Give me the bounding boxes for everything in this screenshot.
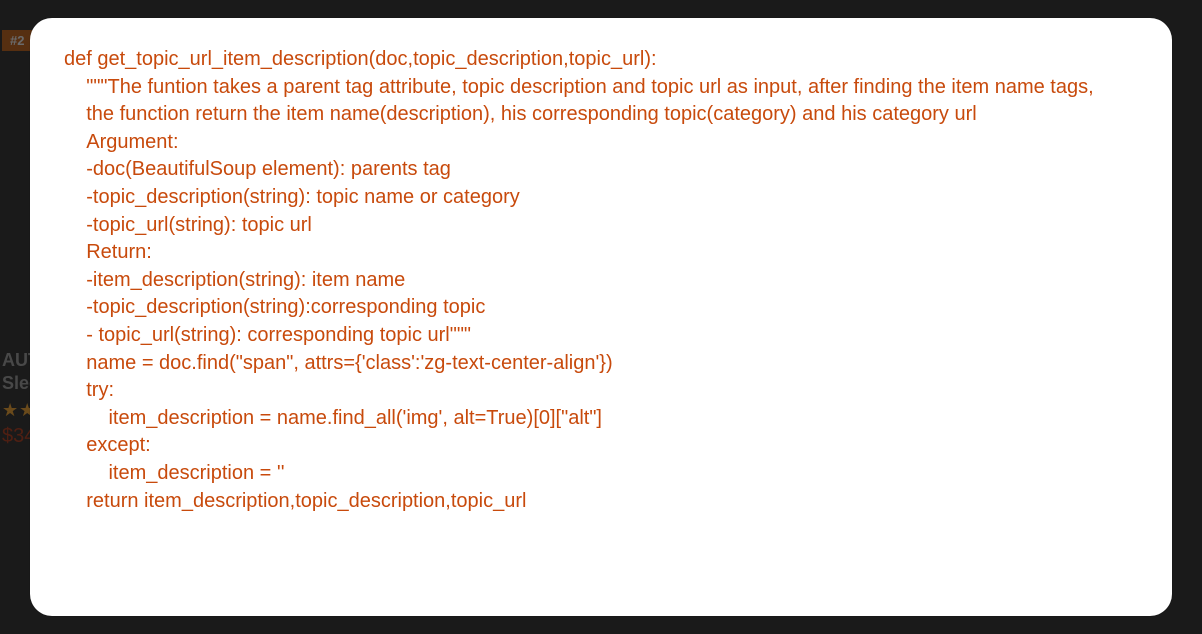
code-panel: def get_topic_url_item_description(doc,t… <box>30 18 1172 616</box>
code-line: the function return the item name(descri… <box>64 103 977 125</box>
code-line: -topic_url(string): topic url <box>64 214 312 236</box>
code-line: -item_description(string): item name <box>64 269 405 291</box>
code-line: Argument: <box>64 131 179 153</box>
code-line: -topic_description(string):corresponding… <box>64 296 485 318</box>
code-line: -topic_description(string): topic name o… <box>64 186 520 208</box>
code-line: name = doc.find("span", attrs={'class':'… <box>64 352 613 374</box>
code-line: return item_description,topic_descriptio… <box>64 490 526 512</box>
code-line: except: <box>64 434 151 456</box>
code-line: try: <box>64 379 114 401</box>
code-line: item_description = '' <box>64 462 285 484</box>
code-block: def get_topic_url_item_description(doc,t… <box>64 46 1142 515</box>
code-line: item_description = name.find_all('img', … <box>64 407 602 429</box>
code-line: - topic_url(string): corresponding topic… <box>64 324 471 346</box>
code-line: -doc(BeautifulSoup element): parents tag <box>64 158 451 180</box>
code-line: """The funtion takes a parent tag attrib… <box>64 76 1094 98</box>
code-line: def get_topic_url_item_description(doc,t… <box>64 48 657 70</box>
code-line: Return: <box>64 241 152 263</box>
